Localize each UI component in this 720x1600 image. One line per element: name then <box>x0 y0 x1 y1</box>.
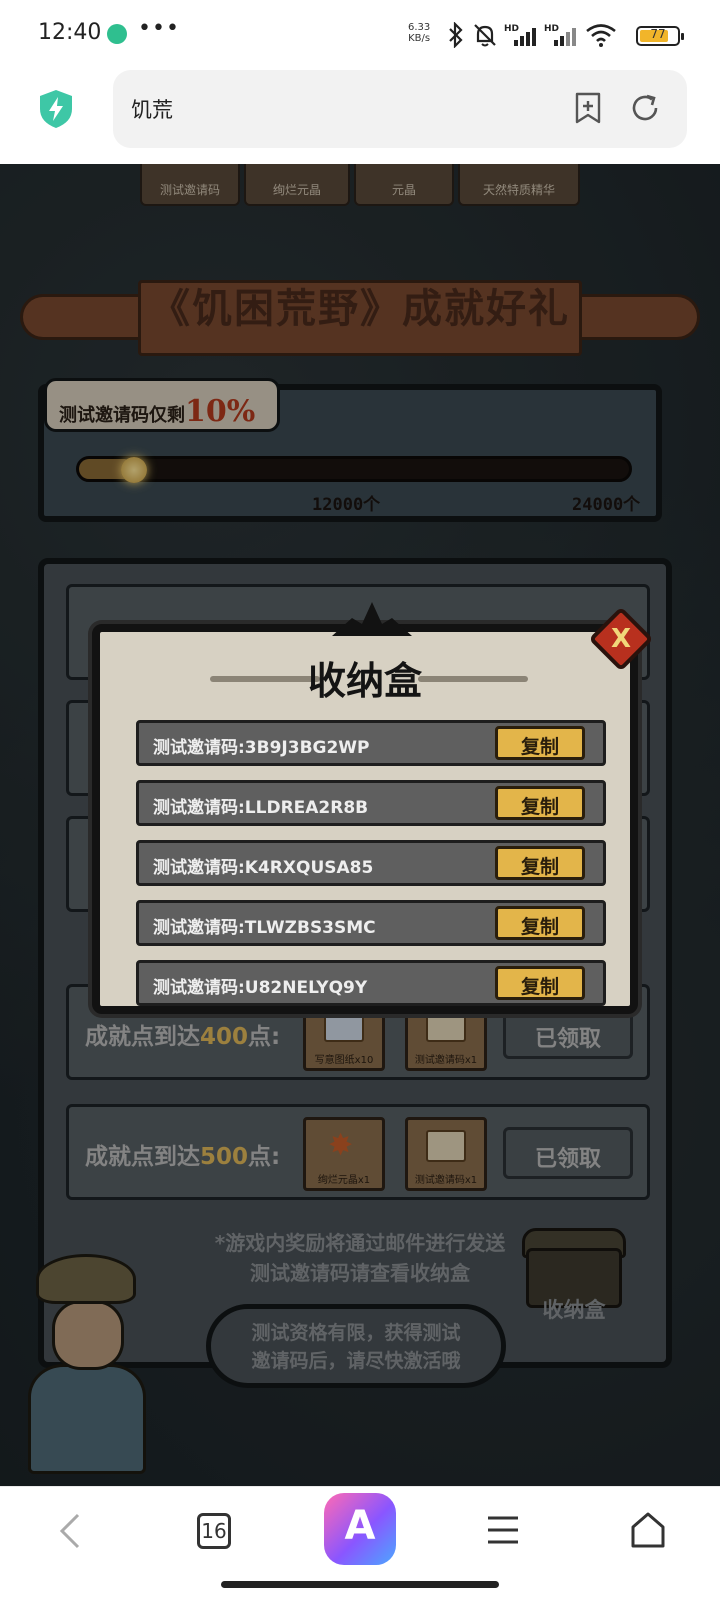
address-text[interactable]: 饥荒 <box>131 94 173 124</box>
tabs-button[interactable]: 16 <box>197 1513 231 1549</box>
copy-button[interactable]: 复制 <box>495 966 585 1000</box>
copy-button-label: 复制 <box>520 796 559 818</box>
battery-percent: 77 <box>650 27 666 41</box>
invite-code-text: 测试邀请码:TLWZBS3SMC <box>153 918 376 938</box>
browser-toolbar: 饥荒 <box>0 70 720 164</box>
close-icon: X <box>610 624 632 654</box>
more-notifications-icon: ••• <box>138 16 180 41</box>
ai-assistant-button[interactable]: A <box>324 1493 396 1565</box>
battery-icon: 77 <box>636 26 684 46</box>
copy-button[interactable]: 复制 <box>495 726 585 760</box>
ai-logo-icon: A <box>344 1503 376 1549</box>
refresh-icon[interactable] <box>629 92 661 124</box>
copy-button-label: 复制 <box>520 736 559 758</box>
gesture-bar[interactable] <box>221 1581 499 1588</box>
web-content: 测试邀请码 绚烂元晶 元晶 天然特质精华 《饥困荒野》成就好礼 12000个 2… <box>0 164 720 1486</box>
wifi-icon <box>586 24 616 47</box>
network-speed-value: 6.33 <box>408 22 431 33</box>
home-icon[interactable] <box>630 1511 666 1549</box>
signal-hd-2-icon: HD <box>544 24 576 46</box>
modal-title: 收纳盒 <box>307 658 422 703</box>
bluetooth-icon <box>449 22 463 48</box>
mute-bell-icon <box>474 24 496 47</box>
menu-icon[interactable] <box>486 1515 520 1545</box>
network-speed-unit: KB/s <box>408 33 431 44</box>
storage-box-modal: 收纳盒 测试邀请码:3B9J3BG2WP 复制 测试邀请码:LLDREA2R8B… <box>92 602 638 1014</box>
invite-code-row: 测试邀请码:U82NELYQ9Y 复制 <box>136 960 606 1006</box>
copy-button[interactable]: 复制 <box>495 786 585 820</box>
signal-hd-1-icon: HD <box>504 24 536 46</box>
copy-button-label: 复制 <box>520 856 559 878</box>
invite-code-text: 测试邀请码:LLDREA2R8B <box>153 798 369 818</box>
copy-button-label: 复制 <box>520 916 559 938</box>
status-icons: HD HD <box>446 22 618 48</box>
invite-code-row: 测试邀请码:TLWZBS3SMC 复制 <box>136 900 606 946</box>
invite-code-text: 测试邀请码:K4RXQUSA85 <box>153 858 374 878</box>
invite-code-row: 测试邀请码:3B9J3BG2WP 复制 <box>136 720 606 766</box>
copy-button[interactable]: 复制 <box>495 846 585 880</box>
status-bar: 12:40 ••• 6.33 KB/s HD HD 77 <box>0 0 720 70</box>
status-time: 12:40 <box>38 20 102 45</box>
invite-code-row: 测试邀请码:LLDREA2R8B 复制 <box>136 780 606 826</box>
address-bar[interactable]: 饥荒 <box>113 70 687 148</box>
invite-code-text: 测试邀请码:U82NELYQ9Y <box>153 978 368 998</box>
copy-button[interactable]: 复制 <box>495 906 585 940</box>
svg-text:HD: HD <box>504 24 519 34</box>
network-speed: 6.33 KB/s <box>408 22 430 44</box>
bookmark-add-icon[interactable] <box>573 92 603 124</box>
invite-code-text: 测试邀请码:3B9J3BG2WP <box>153 738 370 758</box>
svg-text:HD: HD <box>544 24 559 34</box>
modal-crest-icon <box>332 602 412 636</box>
app-notification-icon <box>107 24 127 44</box>
security-shield-icon[interactable] <box>38 89 74 129</box>
back-arrow-icon[interactable] <box>56 1511 84 1551</box>
battery-tip <box>681 33 684 40</box>
browser-bottom-nav: 16 A <box>0 1486 720 1600</box>
copy-button-label: 复制 <box>520 976 559 998</box>
invite-code-row: 测试邀请码:K4RXQUSA85 复制 <box>136 840 606 886</box>
